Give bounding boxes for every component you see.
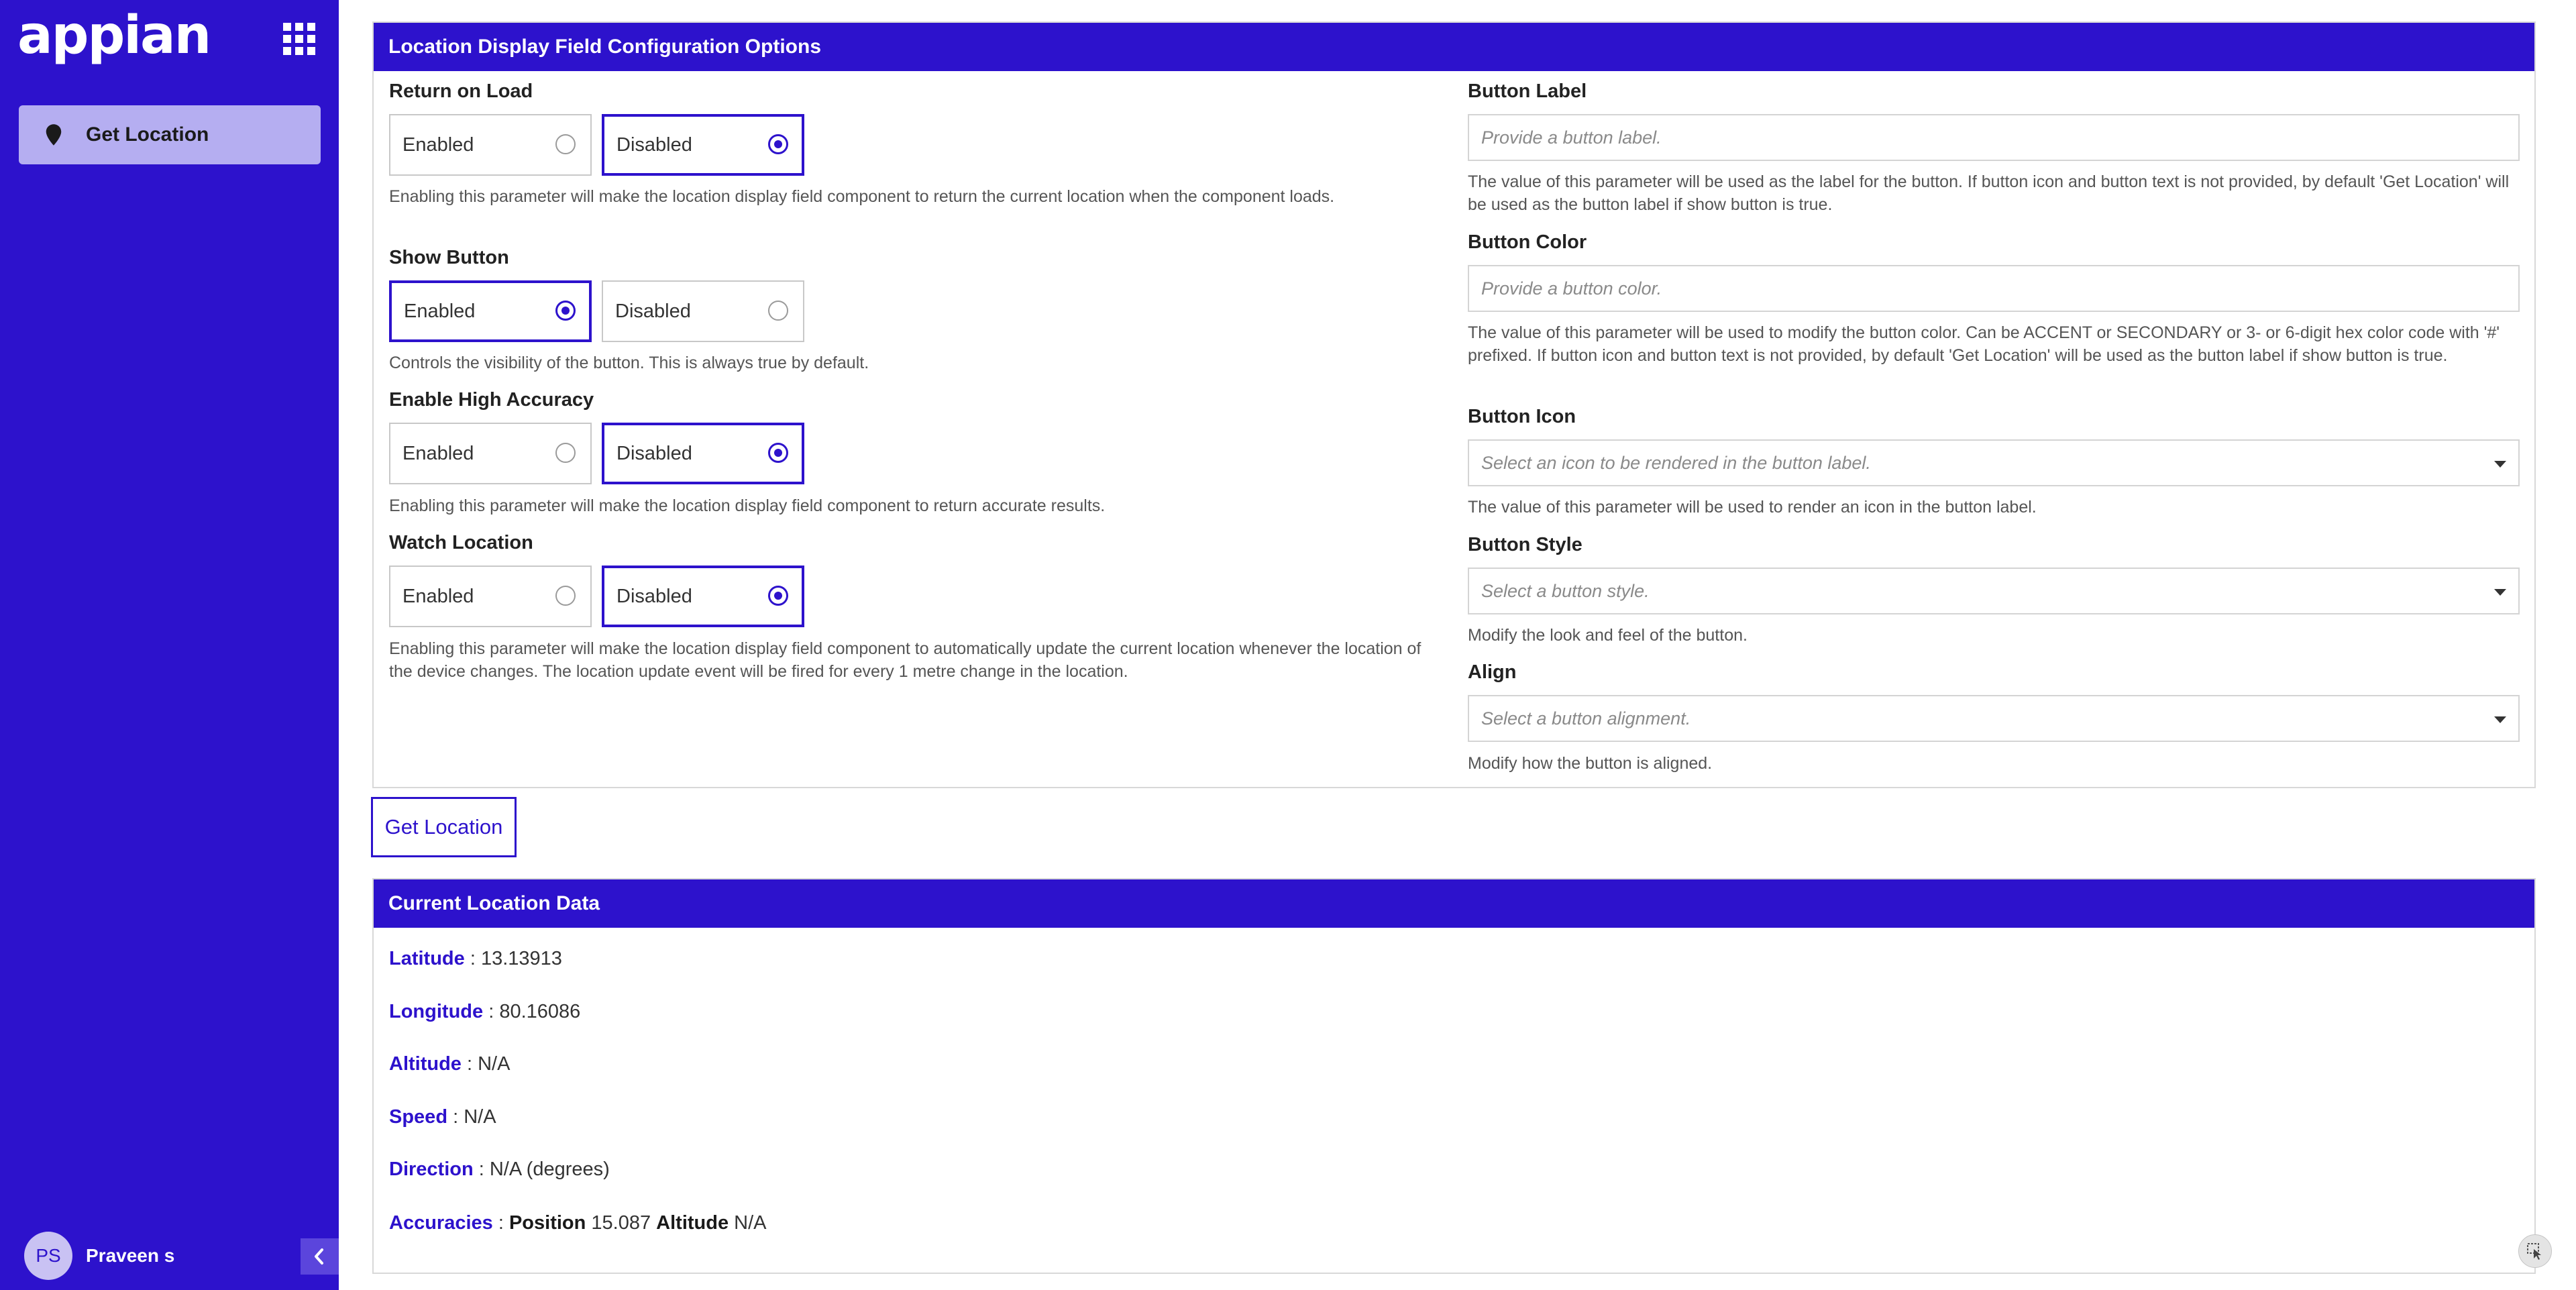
position-accuracy-value: 15.087: [591, 1212, 651, 1234]
radio-selected-icon: [768, 586, 788, 606]
button-color-input[interactable]: Provide a button color.: [1468, 265, 2520, 312]
align-dropdown-placeholder: Select a button alignment.: [1481, 708, 1691, 729]
avatar[interactable]: PS: [24, 1232, 72, 1280]
chevron-left-icon: [315, 1248, 323, 1265]
radio-selected-icon: [555, 301, 576, 321]
config-panel-title: Location Display Field Configuration Opt…: [374, 23, 2534, 71]
accuracies-label: Accuracies: [389, 1212, 493, 1234]
radio-selected-icon: [768, 134, 788, 154]
apps-grid-icon[interactable]: [283, 23, 315, 55]
button-style-help: Modify the look and feel of the button.: [1468, 626, 1748, 645]
radio-circle-icon: [555, 586, 576, 606]
return-on-load-label: Return on Load: [389, 80, 533, 102]
show-button-disabled-radio[interactable]: Disabled: [602, 280, 804, 342]
map-pin-icon: [46, 124, 62, 146]
button-icon-dropdown[interactable]: Select an icon to be rendered in the but…: [1468, 439, 2520, 486]
high-accuracy-disabled-radio[interactable]: Disabled: [602, 423, 804, 484]
direction-value: N/A (degrees): [489, 1159, 610, 1180]
chevron-down-icon: [2494, 716, 2506, 723]
radio-selected-icon: [768, 443, 788, 463]
button-color-help: The value of this parameter will be used…: [1468, 323, 2500, 365]
radio-circle-icon: [555, 134, 576, 154]
button-style-label: Button Style: [1468, 534, 1582, 555]
location-data-title: Current Location Data: [374, 879, 2534, 928]
direction-label: Direction: [389, 1159, 474, 1180]
speed-label: Speed: [389, 1106, 448, 1128]
high-accuracy-enabled-radio[interactable]: Enabled: [389, 423, 592, 484]
cursor-select-button[interactable]: [2518, 1234, 2552, 1268]
button-label-label: Button Label: [1468, 80, 1587, 102]
watch-location-label: Watch Location: [389, 532, 533, 553]
latitude-row: Latitude : 13.13913: [389, 948, 562, 969]
accuracies-row: Accuracies : Position 15.087 Altitude N/…: [389, 1212, 767, 1234]
button-style-dropdown-placeholder: Select a button style.: [1481, 581, 1650, 601]
show-button-help: Controls the visibility of the button. T…: [389, 354, 869, 372]
chevron-down-icon: [2494, 461, 2506, 468]
latitude-label: Latitude: [389, 948, 465, 969]
longitude-row: Longitude : 80.16086: [389, 1001, 581, 1022]
return-on-load-disabled-radio[interactable]: Disabled: [602, 114, 804, 176]
button-icon-dropdown-placeholder: Select an icon to be rendered in the but…: [1481, 453, 1871, 473]
speed-row: Speed : N/A: [389, 1106, 496, 1128]
show-button-enabled-radio[interactable]: Enabled: [389, 280, 592, 342]
button-label-help: The value of this parameter will be used…: [1468, 172, 2510, 214]
sidebar-item-label: Get Location: [86, 123, 209, 146]
sidebar: appian Get Location PS Praveen s: [0, 0, 339, 1290]
watch-location-disabled-radio[interactable]: Disabled: [602, 566, 804, 627]
longitude-value: 80.16086: [499, 1001, 581, 1022]
get-location-button[interactable]: Get Location: [371, 797, 517, 857]
button-label-input[interactable]: Provide a button label.: [1468, 114, 2520, 161]
return-on-load-enabled-radio[interactable]: Enabled: [389, 114, 592, 176]
radio-circle-icon: [768, 301, 788, 321]
high-accuracy-label: Enable High Accuracy: [389, 389, 594, 411]
radio-circle-icon: [555, 443, 576, 463]
position-accuracy-label: Position: [508, 1212, 586, 1234]
watch-location-enabled-radio[interactable]: Enabled: [389, 566, 592, 627]
altitude-row: Altitude : N/A: [389, 1053, 511, 1075]
watch-location-help: Enabling this parameter will make the lo…: [389, 639, 1421, 681]
align-help: Modify how the button is aligned.: [1468, 754, 1713, 773]
collapse-sidebar-button[interactable]: [301, 1238, 339, 1275]
button-icon-label: Button Icon: [1468, 406, 1576, 427]
speed-value: N/A: [464, 1106, 496, 1128]
latitude-value: 13.13913: [480, 948, 562, 969]
direction-row: Direction : N/A (degrees): [389, 1159, 610, 1180]
user-name[interactable]: Praveen s: [86, 1241, 174, 1271]
button-icon-help: The value of this parameter will be used…: [1468, 498, 2037, 517]
appian-logo[interactable]: appian: [17, 5, 211, 66]
high-accuracy-help: Enabling this parameter will make the lo…: [389, 496, 1106, 515]
altitude-label: Altitude: [389, 1053, 462, 1075]
sidebar-item-get-location[interactable]: Get Location: [19, 105, 321, 164]
return-on-load-help: Enabling this parameter will make the lo…: [389, 187, 1335, 206]
altitude-accuracy-value: N/A: [734, 1212, 767, 1234]
show-button-label: Show Button: [389, 247, 509, 268]
align-dropdown[interactable]: Select a button alignment.: [1468, 695, 2520, 742]
longitude-label: Longitude: [389, 1001, 484, 1022]
altitude-accuracy-label: Altitude: [656, 1212, 729, 1234]
button-color-label: Button Color: [1468, 231, 1587, 253]
align-label: Align: [1468, 661, 1517, 683]
cursor-select-icon: [2527, 1243, 2541, 1260]
altitude-value: N/A: [478, 1053, 511, 1075]
button-style-dropdown[interactable]: Select a button style.: [1468, 568, 2520, 614]
chevron-down-icon: [2494, 589, 2506, 596]
